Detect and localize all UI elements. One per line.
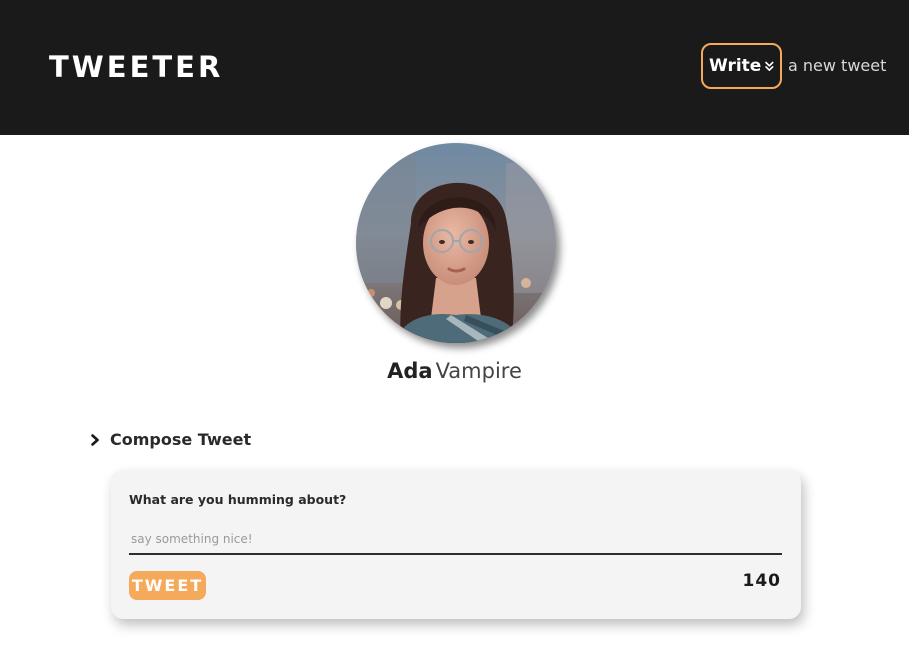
character-counter: 140 <box>742 571 781 591</box>
profile-first-name: Ada <box>387 359 433 383</box>
profile-name: Ada Vampire <box>0 356 909 386</box>
double-chevron-down-icon <box>765 61 774 71</box>
compose-tweet-title: Compose Tweet <box>110 430 252 449</box>
write-button-label: Write <box>709 56 762 76</box>
profile-last-name: Vampire <box>435 359 522 383</box>
compose-prompt-label: What are you humming about? <box>129 492 347 507</box>
app-logo[interactable]: TWEETER <box>49 49 223 85</box>
write-tweet-button[interactable]: Write <box>701 43 782 89</box>
write-caption: a new tweet <box>788 56 887 75</box>
profile-avatar <box>356 143 556 343</box>
top-navbar: TWEETER Write a new tweet <box>0 0 909 135</box>
profile-photo <box>356 143 556 343</box>
tweet-submit-button[interactable]: TWEET <box>129 571 206 600</box>
tweet-text-input[interactable] <box>129 525 782 555</box>
compose-tweet-card: What are you humming about? TWEET 140 <box>111 470 801 619</box>
chevron-right-icon <box>91 434 99 446</box>
compose-tweet-toggle[interactable]: Compose Tweet <box>90 429 251 451</box>
